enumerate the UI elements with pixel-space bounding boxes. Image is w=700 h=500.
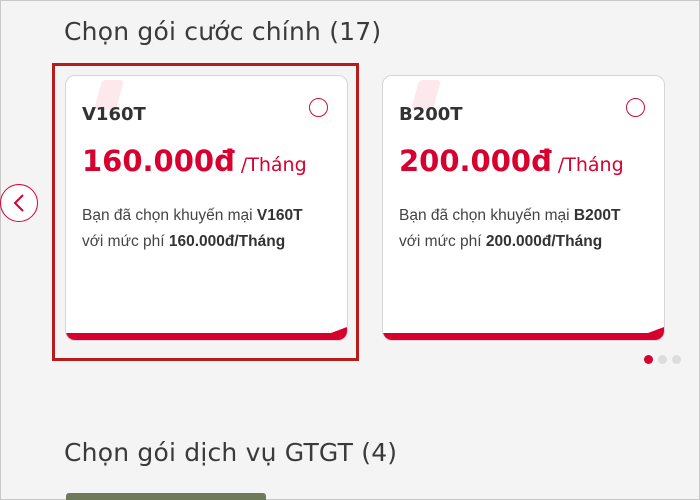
- desc-code: B200T: [573, 207, 621, 224]
- selection-highlight: [52, 63, 359, 361]
- price-unit: /Tháng: [557, 154, 624, 176]
- desc-middle: với mức phí: [399, 233, 486, 250]
- carousel-pagination: [644, 355, 681, 364]
- desc-prefix: Bạn đã chọn khuyến mại: [399, 207, 574, 224]
- chevron-left-icon: [13, 194, 24, 212]
- desc-fee: 200.000đ/Tháng: [485, 233, 603, 250]
- carousel-dot[interactable]: [658, 355, 667, 364]
- carousel-dot[interactable]: [644, 355, 653, 364]
- package-card-b200t[interactable]: B200T 200.000đ/Tháng Bạn đã chọn khuyến …: [382, 75, 665, 341]
- package-name: B200T: [399, 104, 463, 125]
- vas-card-thumbnail: [66, 493, 266, 500]
- vas-section-title: Chọn gói dịch vụ GTGT (4): [64, 438, 398, 467]
- card-accent-bar: [383, 327, 664, 340]
- carousel-prev-button[interactable]: [0, 184, 38, 222]
- main-package-section-title: Chọn gói cước chính (17): [64, 17, 382, 46]
- package-price: 200.000đ/Tháng: [399, 144, 624, 178]
- carousel-dot[interactable]: [672, 355, 681, 364]
- package-select-radio[interactable]: [626, 98, 645, 117]
- price-value: 200.000đ: [399, 144, 552, 178]
- package-description: Bạn đã chọn khuyến mại B200T với mức phí…: [399, 203, 654, 255]
